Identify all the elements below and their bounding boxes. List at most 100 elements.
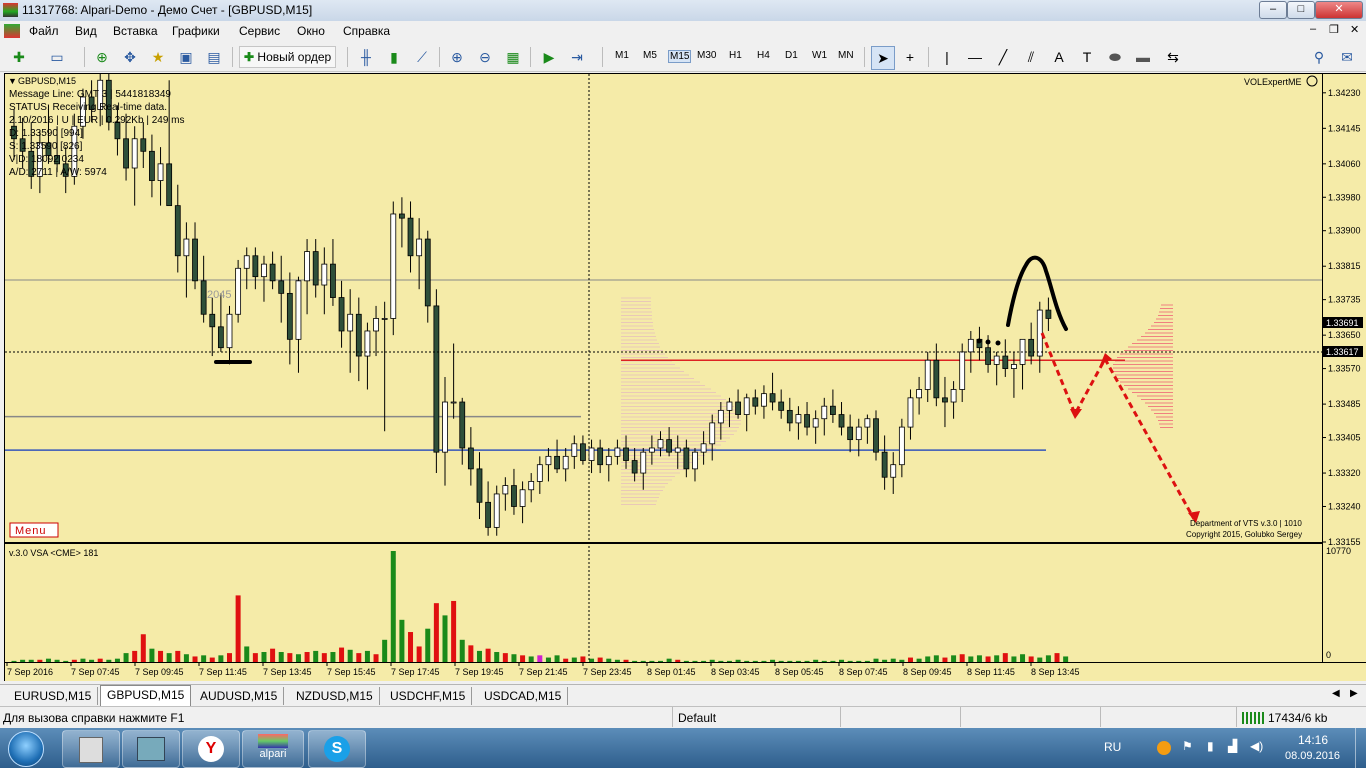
- mdi-minimize-icon[interactable]: –: [1310, 23, 1316, 35]
- tab-usdcad[interactable]: USDCAD,M15: [478, 687, 569, 705]
- candle-body: [528, 481, 535, 491]
- vertical-line-icon[interactable]: |: [936, 46, 958, 68]
- candle-body: [373, 318, 379, 332]
- horizontal-line-icon[interactable]: —: [964, 46, 986, 68]
- tab-usdchf[interactable]: USDCHF,M15: [384, 687, 473, 705]
- rectangle-icon[interactable]: ▬: [1132, 46, 1154, 68]
- new-order-button[interactable]: ✚ Новый ордер: [239, 46, 337, 68]
- trendline-icon[interactable]: ╱: [992, 46, 1014, 68]
- menu-insert[interactable]: Вставка: [113, 24, 158, 38]
- volume-bar: [54, 659, 60, 662]
- timeframe-m15[interactable]: M15: [668, 50, 692, 63]
- connection-status-icon[interactable]: [1242, 712, 1264, 724]
- taskbar-alpari-icon[interactable]: alpari: [242, 730, 304, 768]
- show-desktop-button[interactable]: [1355, 728, 1366, 768]
- new-chart-icon[interactable]: ✚: [8, 46, 30, 68]
- chat-icon[interactable]: ✉: [1336, 46, 1358, 68]
- navigator-icon[interactable]: ✥: [119, 46, 141, 68]
- menu-tools[interactable]: Сервис: [239, 24, 280, 38]
- volume-bar: [701, 660, 707, 662]
- timeframe-h4[interactable]: H4: [757, 50, 770, 61]
- zoom-out-icon[interactable]: ⊖: [474, 46, 496, 68]
- volume-bar: [261, 652, 267, 662]
- crosshair-icon[interactable]: +: [899, 46, 921, 68]
- timeframe-d1[interactable]: D1: [785, 50, 798, 61]
- label-icon[interactable]: T: [1076, 46, 1098, 68]
- terminal-icon[interactable]: ▣: [175, 46, 197, 68]
- chart-window[interactable]: 1.34230 1.34145 1.34060 1.33980 1.33900 1.338…: [4, 63, 1366, 681]
- mdi-close-icon[interactable]: ✕: [1350, 23, 1359, 36]
- candle-body: [1011, 364, 1017, 369]
- candlestick-chart-icon[interactable]: ▮: [383, 46, 405, 68]
- volume-bar: [476, 650, 482, 662]
- timeframe-m30[interactable]: M30: [697, 50, 716, 61]
- tile-windows-icon[interactable]: ▦: [502, 46, 524, 68]
- chart-icon[interactable]: [4, 24, 20, 38]
- minimize-button[interactable]: –: [1259, 1, 1287, 19]
- candle-body: [881, 451, 888, 478]
- close-button[interactable]: ✕: [1315, 1, 1363, 19]
- bar-chart-icon[interactable]: ╫: [355, 46, 377, 68]
- menu-window[interactable]: Окно: [297, 24, 325, 38]
- search-icon[interactable]: ⚲: [1308, 46, 1330, 68]
- tabs-scroll-right-icon[interactable]: ▶: [1350, 688, 1358, 699]
- mdi-restore-icon[interactable]: ❐: [1329, 23, 1339, 36]
- data-window-icon[interactable]: ★: [147, 46, 169, 68]
- cursor-icon[interactable]: ➤: [871, 46, 895, 70]
- title-bar: 11317768: Alpari-Demo - Демо Счет - [GBP…: [0, 0, 1366, 22]
- menu-charts[interactable]: Графики: [172, 24, 220, 38]
- arrows-icon[interactable]: ⇆: [1162, 46, 1184, 68]
- candle-body: [1045, 309, 1052, 319]
- network-icon[interactable]: ▟: [1228, 739, 1237, 753]
- menu-view[interactable]: Вид: [75, 24, 97, 38]
- timeframe-h1[interactable]: H1: [729, 50, 742, 61]
- language-indicator[interactable]: RU: [1104, 740, 1121, 754]
- chart-shift-icon[interactable]: ⇥: [566, 46, 588, 68]
- candle-body: [157, 163, 164, 181]
- candle-body: [700, 443, 707, 453]
- volume-bar: [856, 660, 862, 662]
- profiles-icon[interactable]: ▭: [46, 46, 68, 68]
- taskbar-explorer-icon[interactable]: [122, 730, 180, 768]
- timeframe-m5[interactable]: M5: [643, 50, 657, 61]
- candle-body: [493, 493, 500, 528]
- volume-bar: [778, 660, 784, 662]
- timeframe-m1[interactable]: M1: [615, 50, 629, 61]
- tab-eurusd[interactable]: EURUSD,M15: [8, 687, 99, 705]
- zoom-in-icon[interactable]: ⊕: [446, 46, 468, 68]
- taskbar-skype-icon[interactable]: S: [308, 730, 366, 768]
- volume-icon[interactable]: ◀): [1250, 739, 1263, 753]
- line-chart-icon[interactable]: ⟋: [411, 46, 433, 68]
- volume-bar: [1028, 656, 1034, 662]
- tab-gbpusd[interactable]: GBPUSD,M15: [100, 685, 192, 707]
- taskbar-yandex-icon[interactable]: Y: [182, 730, 240, 768]
- menu-file[interactable]: Файл: [29, 24, 59, 38]
- candle-body: [993, 355, 1000, 365]
- tray-flag-icon[interactable]: ⚑: [1182, 739, 1193, 753]
- tab-nzdusd[interactable]: NZDUSD,M15: [290, 687, 380, 705]
- timeframe-mn[interactable]: MN: [838, 50, 854, 61]
- candle-body: [166, 163, 173, 207]
- maximize-button[interactable]: □: [1287, 1, 1315, 19]
- volume-bar: [278, 652, 284, 662]
- clock-date[interactable]: 08.09.2016: [1285, 750, 1340, 762]
- autoscroll-icon[interactable]: ▶: [538, 46, 560, 68]
- menu-help[interactable]: Справка: [343, 24, 390, 38]
- indicator-area[interactable]: [5, 544, 1322, 662]
- candle-body: [450, 401, 457, 404]
- start-button[interactable]: [8, 731, 44, 767]
- tabs-scroll-left-icon[interactable]: ◀: [1332, 688, 1340, 699]
- price-chart[interactable]: 1.34230 1.34145 1.34060 1.33980 1.33900 1.338…: [4, 63, 1366, 681]
- timeframe-w1[interactable]: W1: [812, 50, 827, 61]
- strategy-tester-icon[interactable]: ▤: [203, 46, 225, 68]
- market-watch-icon[interactable]: ⊕: [91, 46, 113, 68]
- clock-time[interactable]: 14:16: [1298, 733, 1328, 747]
- text-icon[interactable]: A: [1048, 46, 1070, 68]
- ellipse-icon[interactable]: ⬬: [1104, 46, 1126, 68]
- battery-icon[interactable]: ▮: [1207, 739, 1214, 753]
- equidistant-channel-icon[interactable]: ⫽: [1020, 46, 1042, 68]
- taskbar-calculator-icon[interactable]: [62, 730, 120, 768]
- tab-audusd[interactable]: AUDUSD,M15: [194, 687, 285, 705]
- time-tick-label: 7 Sep 13:45: [263, 667, 312, 677]
- tray-app-icon[interactable]: [1157, 741, 1171, 755]
